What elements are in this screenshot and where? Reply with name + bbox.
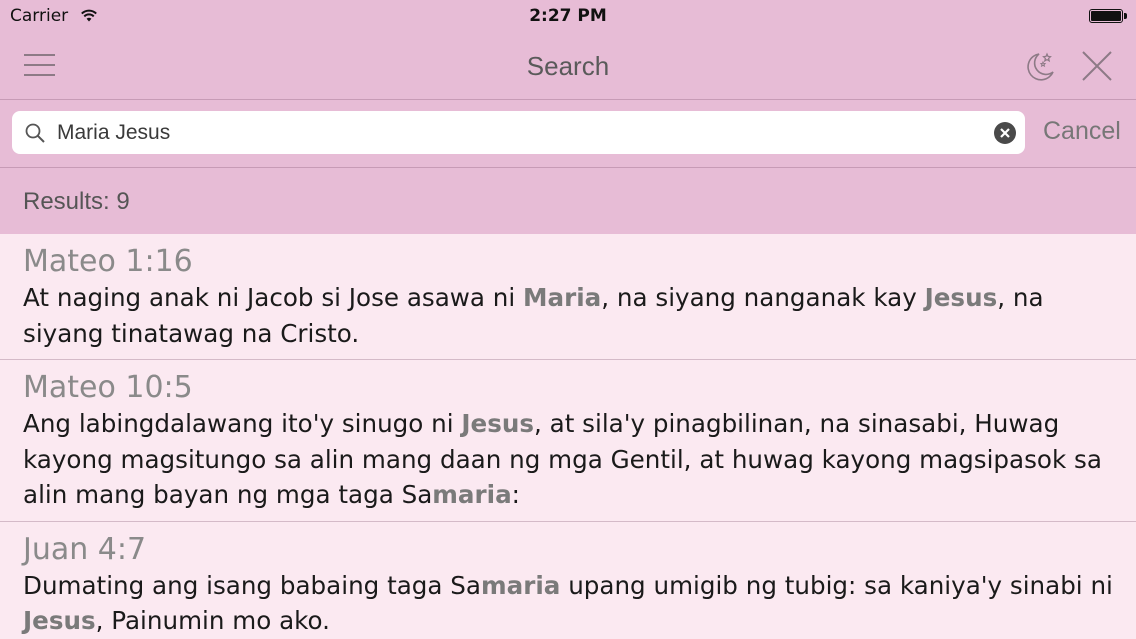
verse-text-segment: : bbox=[511, 480, 520, 509]
verse-text-segment: , Painumin mo ako. bbox=[95, 606, 330, 635]
verse-text: Dumating ang isang babaing taga Samaria … bbox=[23, 568, 1113, 639]
moon-stars-icon[interactable] bbox=[1022, 48, 1058, 84]
status-bar: Carrier 2:27 PM bbox=[0, 0, 1136, 31]
verse-text-segment: , na siyang nanganak kay bbox=[601, 283, 925, 312]
cancel-button[interactable]: Cancel bbox=[1043, 117, 1121, 146]
verse-text-segment: upang umigib ng tubig: sa kaniya'y sinab… bbox=[560, 570, 1113, 600]
highlighted-term: Jesus bbox=[461, 409, 534, 438]
highlighted-term: Jesus bbox=[924, 283, 998, 312]
verse-text: Ang labingdalawang ito'y sinugo ni Jesus… bbox=[23, 406, 1113, 521]
verse-text-segment: At naging anak ni Jacob si Jose asawa ni bbox=[23, 283, 524, 312]
close-icon[interactable] bbox=[1079, 48, 1115, 84]
list-item[interactable]: Mateo 1:16 At naging anak ni Jacob si Jo… bbox=[0, 234, 1136, 360]
page-title: Search bbox=[526, 51, 610, 81]
verse-reference: Juan 4:7 bbox=[23, 531, 147, 567]
list-item[interactable]: Mateo 10:5 Ang labingdalawang ito'y sinu… bbox=[0, 360, 1136, 522]
highlighted-term: maria bbox=[432, 480, 512, 509]
search-field[interactable] bbox=[12, 111, 1025, 154]
navigation-bar: Search bbox=[0, 31, 1136, 100]
battery-icon bbox=[1089, 9, 1127, 23]
list-item[interactable]: Juan 4:7 Dumating ang isang babaing taga… bbox=[0, 522, 1136, 639]
results-count: Results: 9 bbox=[23, 188, 130, 215]
status-time: 2:27 PM bbox=[529, 6, 607, 26]
verse-reference: Mateo 1:16 bbox=[23, 244, 193, 279]
verse-text-segment: Dumating ang isang babaing taga Sa bbox=[23, 570, 481, 600]
verse-reference: Mateo 10:5 bbox=[23, 370, 193, 405]
highlighted-term: Maria bbox=[523, 283, 602, 312]
highlighted-term: maria bbox=[480, 570, 561, 600]
results-list: Mateo 1:16 At naging anak ni Jacob si Jo… bbox=[0, 234, 1136, 639]
highlighted-term: Jesus bbox=[23, 606, 96, 635]
results-summary-bar: Results: 9 bbox=[0, 168, 1136, 234]
verse-text: At naging anak ni Jacob si Jose asawa ni… bbox=[23, 280, 1113, 359]
search-icon bbox=[25, 123, 45, 143]
search-input[interactable] bbox=[57, 117, 987, 149]
clear-text-icon[interactable] bbox=[994, 122, 1016, 144]
search-bar: Cancel bbox=[0, 100, 1136, 168]
verse-text-segment: Ang labingdalawang ito'y sinugo ni bbox=[23, 409, 462, 438]
